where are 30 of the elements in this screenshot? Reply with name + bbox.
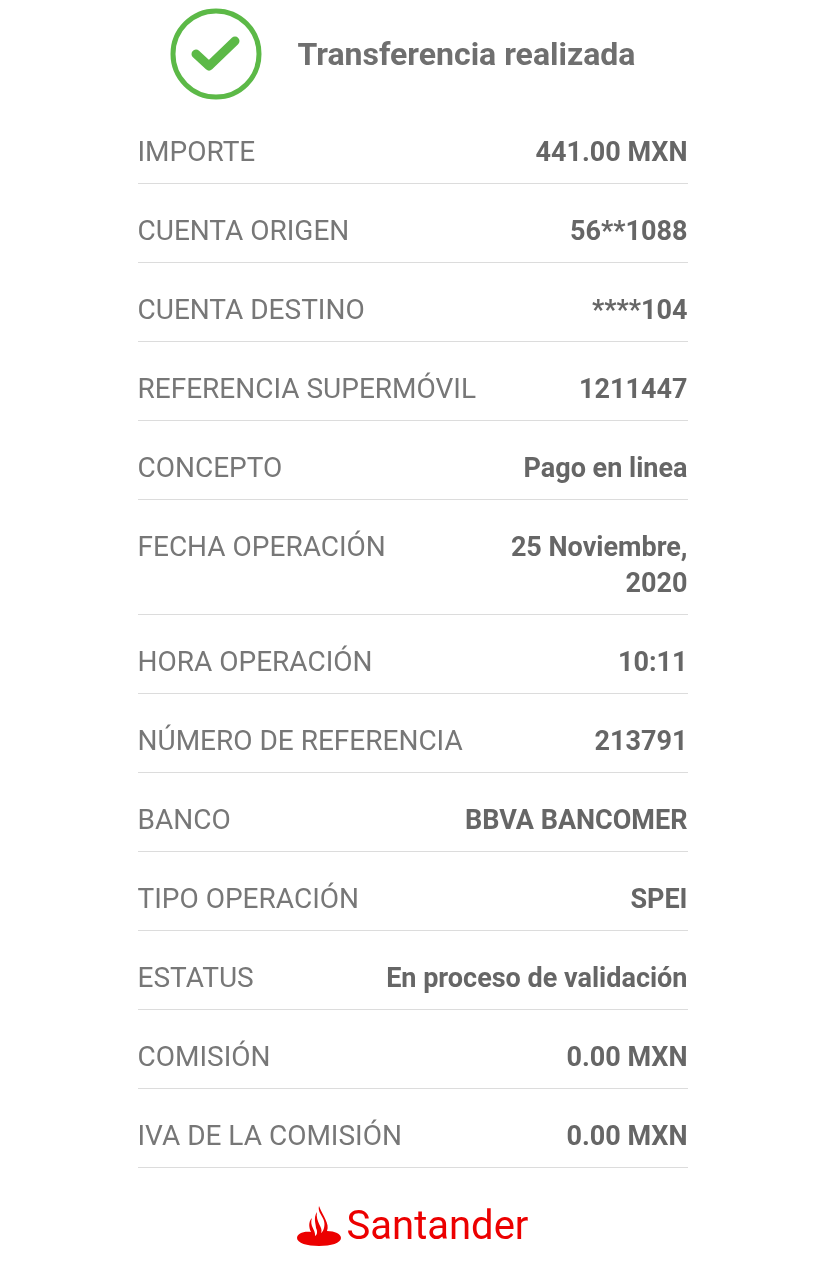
detail-label: ESTATUS [137,960,254,996]
detail-value: BBVA BANCOMER [465,803,688,838]
success-check-icon [169,7,262,100]
detail-label: CONCEPTO [137,450,283,486]
detail-value: SPEI [630,882,688,917]
detail-value: 56**1088 [570,214,688,249]
detail-label: CUENTA DESTINO [137,292,365,328]
detail-label: HORA OPERACIÓN [137,644,373,680]
detail-value: 25 Noviembre, 2020 [509,530,688,601]
page-title: Transferencia realizada [297,34,636,73]
detail-value: ****104 [592,293,688,328]
detail-value: 213791 [594,724,688,759]
detail-value: En proceso de validación [386,961,688,996]
detail-label: IVA DE LA COMISIÓN [137,1118,402,1154]
detail-label: TIPO OPERACIÓN [137,881,359,917]
detail-label: FECHA OPERACIÓN [137,529,386,565]
brand-logo-text: Santander [346,1204,529,1248]
detail-label: IMPORTE [137,134,256,170]
detail-label: NÚMERO DE REFERENCIA [137,723,463,759]
detail-value: 0.00 MXN [566,1119,688,1154]
flame-logo-icon [296,1206,341,1246]
detail-label: COMISIÓN [137,1039,271,1075]
detail-value: 10:11 [617,645,688,680]
detail-label: REFERENCIA SUPERMÓVIL [137,371,477,407]
detail-value: Pago en linea [523,451,688,486]
detail-value: 1211447 [579,372,688,407]
detail-value: 0.00 MXN [566,1040,688,1075]
detail-label: BANCO [137,802,231,838]
detail-value: 441.00 MXN [535,135,688,170]
detail-label: CUENTA ORIGEN [137,213,350,249]
